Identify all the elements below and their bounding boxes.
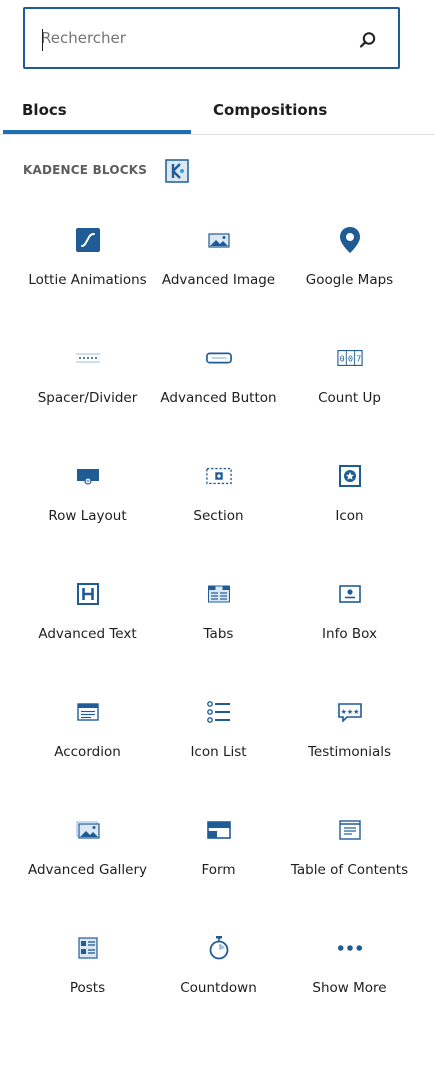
block-row-layout[interactable]: Row Layout — [22, 443, 153, 561]
block-tabs[interactable]: Tabs — [153, 561, 284, 679]
lottie-icon — [75, 227, 101, 253]
block-spacer-divider[interactable]: Spacer/Divider — [22, 325, 153, 443]
toc-icon — [337, 817, 363, 843]
block-grid: Lottie Animations Advanced Image Google … — [22, 207, 415, 1033]
block-advanced-text[interactable]: Advanced Text — [22, 561, 153, 679]
block-label: Advanced Image — [161, 272, 276, 288]
button-icon — [205, 345, 232, 371]
block-google-maps[interactable]: Google Maps — [284, 207, 415, 325]
accordion-icon — [75, 699, 101, 725]
info-box-icon — [337, 581, 363, 607]
block-label: Row Layout — [48, 508, 127, 524]
block-label: Posts — [69, 980, 106, 996]
gallery-icon — [75, 817, 101, 843]
tabs-icon — [206, 581, 232, 607]
search-input[interactable] — [41, 29, 341, 47]
block-lottie-animations[interactable]: Lottie Animations — [22, 207, 153, 325]
block-label: Lottie Animations — [28, 272, 147, 288]
block-countdown[interactable]: Countdown — [153, 915, 284, 1033]
svg-text:0: 0 — [347, 354, 352, 364]
star-icon — [337, 463, 363, 489]
block-label: Accordion — [54, 744, 121, 760]
posts-icon — [75, 935, 101, 961]
block-label: Google Maps — [305, 272, 394, 288]
block-label: Show More — [312, 980, 387, 996]
block-label: Testimonials — [307, 744, 392, 760]
block-table-of-contents[interactable]: Table of Contents — [284, 797, 415, 915]
section-icon — [205, 463, 232, 489]
block-label: Spacer/Divider — [37, 390, 138, 406]
block-label: Icon List — [190, 744, 247, 760]
svg-text:0: 0 — [339, 354, 344, 364]
block-label: Icon — [335, 508, 364, 524]
block-count-up[interactable]: 0 0 7 Count Up — [284, 325, 415, 443]
block-label: Advanced Button — [160, 390, 277, 406]
tabs-divider — [0, 134, 435, 135]
active-tab-indicator — [3, 130, 191, 134]
block-info-box[interactable]: Info Box — [284, 561, 415, 679]
block-advanced-image[interactable]: Advanced Image — [153, 207, 284, 325]
block-label: Table of Contents — [290, 862, 409, 878]
list-icon — [206, 699, 232, 725]
tab-blocks[interactable]: Blocs — [22, 86, 67, 134]
svg-text:7: 7 — [356, 354, 361, 364]
block-show-more[interactable]: Show More — [284, 915, 415, 1033]
block-label: Form — [201, 862, 236, 878]
block-posts[interactable]: Posts — [22, 915, 153, 1033]
stopwatch-icon — [206, 935, 232, 961]
inserter-tabs: Blocs Compositions — [0, 86, 435, 136]
tab-patterns[interactable]: Compositions — [213, 86, 327, 134]
block-label: Advanced Text — [38, 626, 137, 642]
block-icon[interactable]: Icon — [284, 443, 415, 561]
kadence-logo-icon — [165, 159, 189, 183]
category-title: KADENCE BLOCKS — [23, 163, 148, 177]
block-testimonials[interactable]: ★★★ Testimonials — [284, 679, 415, 797]
row-layout-icon — [75, 463, 101, 489]
text-caret — [42, 29, 43, 51]
block-label: Count Up — [318, 390, 381, 406]
block-section[interactable]: Section — [153, 443, 284, 561]
block-label: Info Box — [322, 626, 377, 642]
block-advanced-button[interactable]: Advanced Button — [153, 325, 284, 443]
heading-icon — [75, 581, 101, 607]
spacer-icon — [75, 345, 101, 371]
search-box[interactable] — [23, 7, 400, 69]
counter-icon: 0 0 7 — [336, 345, 363, 371]
block-label: Section — [193, 508, 244, 524]
image-icon — [206, 227, 232, 253]
block-form[interactable]: Form — [153, 797, 284, 915]
form-icon — [206, 817, 232, 843]
block-advanced-gallery[interactable]: Advanced Gallery — [22, 797, 153, 915]
block-accordion[interactable]: Accordion — [22, 679, 153, 797]
more-icon — [337, 935, 363, 961]
block-label: Countdown — [180, 980, 257, 996]
testimonial-icon: ★★★ — [337, 699, 363, 725]
block-icon-list[interactable]: Icon List — [153, 679, 284, 797]
block-label: Tabs — [203, 626, 234, 642]
search-icon[interactable] — [358, 30, 378, 50]
block-label: Advanced Gallery — [27, 862, 148, 878]
svg-text:★★★: ★★★ — [340, 708, 359, 716]
map-pin-icon — [337, 227, 363, 253]
